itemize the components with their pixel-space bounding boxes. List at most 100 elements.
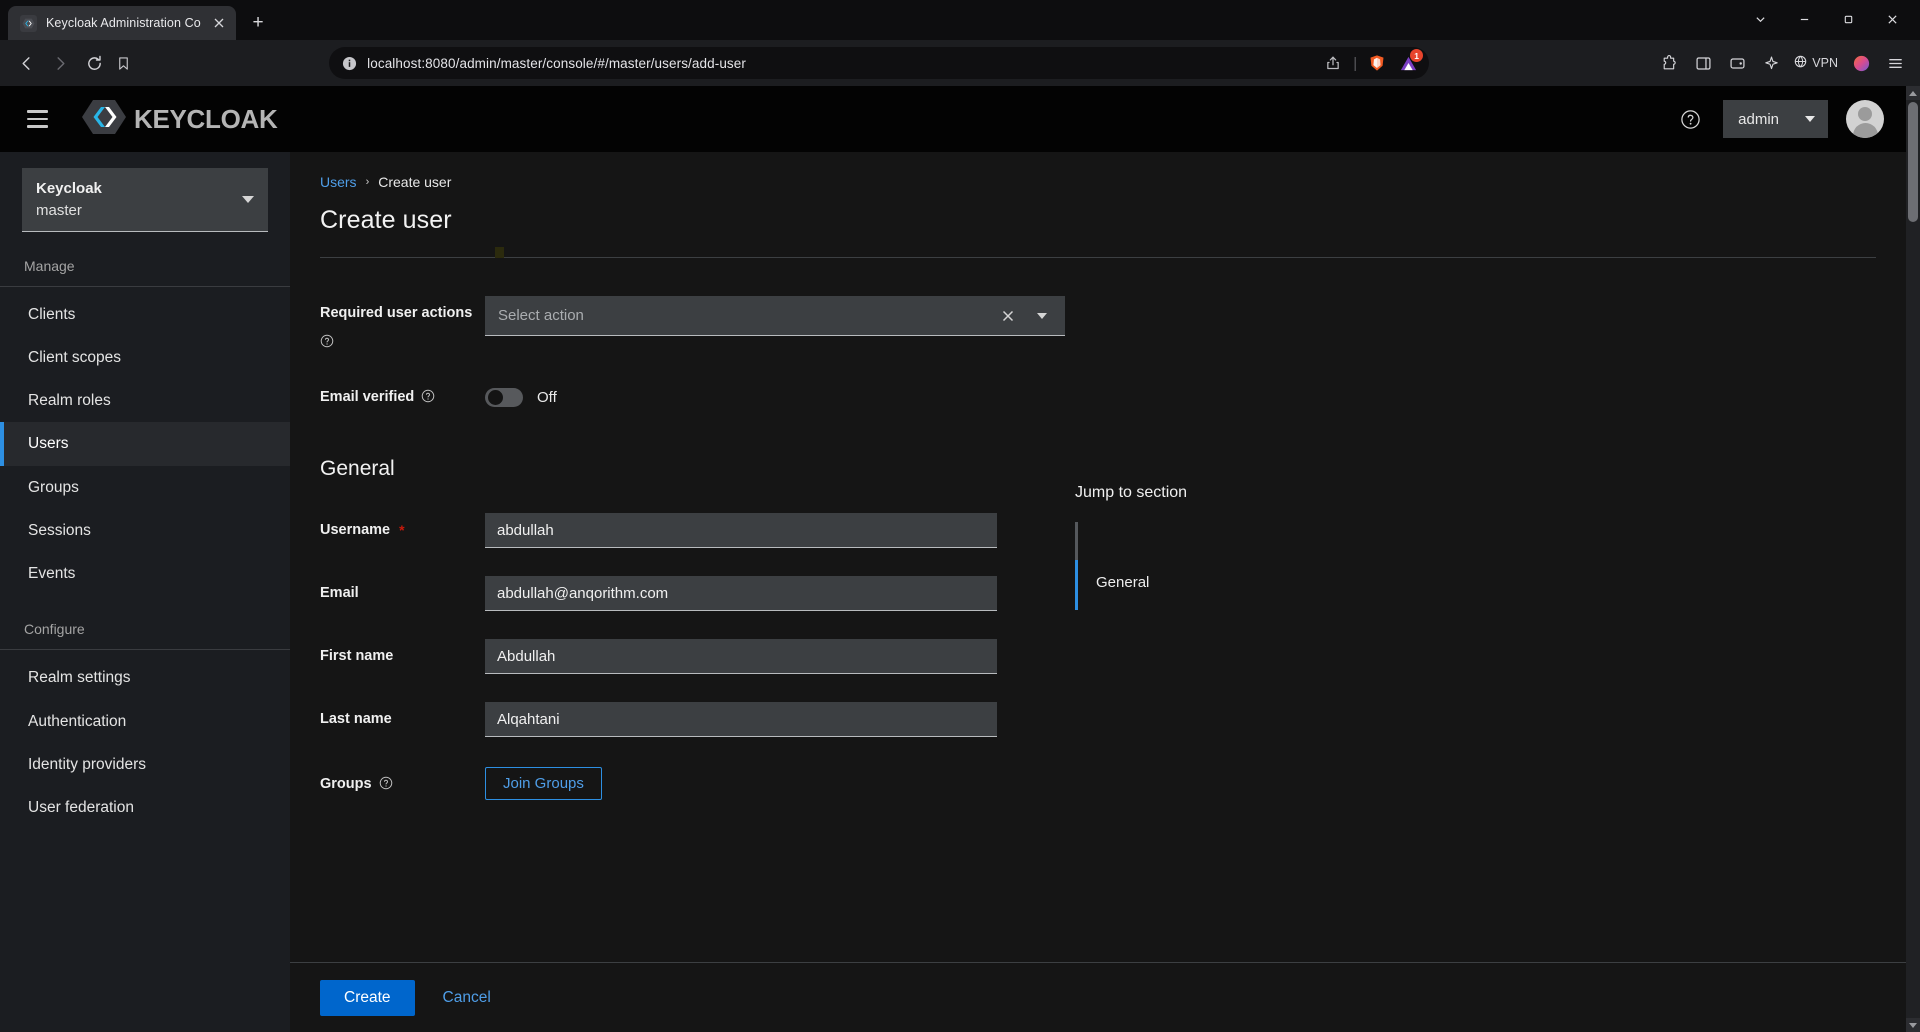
sidebar-item-events[interactable]: Events: [0, 552, 290, 595]
sidebar-item-clients[interactable]: Clients: [0, 293, 290, 336]
app-masthead: KEYCLOAK admin: [0, 86, 1906, 152]
jump-to-section-tabs: General: [1075, 522, 1876, 610]
vpn-button[interactable]: VPN: [1790, 55, 1842, 71]
help-circle-icon[interactable]: [1673, 102, 1707, 136]
breadcrumb-link-users[interactable]: Users: [320, 174, 357, 190]
minimize-icon[interactable]: [1782, 4, 1826, 34]
form-footer: Create Cancel: [290, 962, 1906, 1032]
field-last-name: Last name: [320, 702, 1065, 737]
sidebar-item-realm-roles[interactable]: Realm roles: [0, 379, 290, 422]
label-text: Username: [320, 522, 391, 538]
label-text: Email verified: [320, 389, 415, 405]
form-scroll-area: Required user actions Select action Emai…: [290, 258, 1906, 962]
cancel-button[interactable]: Cancel: [425, 980, 509, 1016]
page-scrollbar[interactable]: [1906, 86, 1920, 1032]
sidebar-item-sessions[interactable]: Sessions: [0, 509, 290, 552]
puzzle-icon[interactable]: [1654, 48, 1684, 78]
user-menu-label: admin: [1738, 110, 1779, 128]
maximize-icon[interactable]: [1826, 4, 1870, 34]
user-menu-button[interactable]: admin: [1723, 100, 1828, 138]
email-input[interactable]: [485, 576, 997, 611]
bookmark-icon[interactable]: [106, 47, 140, 79]
sidebar-item-identity-providers[interactable]: Identity providers: [0, 743, 290, 786]
first-name-input[interactable]: [485, 639, 997, 674]
sidebar-item-users[interactable]: Users: [0, 422, 290, 466]
field-email: Email: [320, 576, 1065, 611]
back-arrow-icon[interactable]: [10, 47, 42, 79]
help-circle-icon[interactable]: [421, 389, 436, 404]
jump-to-section-title: Jump to section: [1075, 484, 1188, 501]
user-avatar-icon[interactable]: [1846, 100, 1884, 138]
nav-group-label-manage: Manage: [0, 232, 290, 287]
brand-text: KEYCLOAK: [134, 103, 278, 134]
sidebar-item-realm-settings[interactable]: Realm settings: [0, 656, 290, 699]
tab-strip: Keycloak Administration Console +: [0, 0, 1920, 40]
caret-down-icon[interactable]: [1029, 303, 1055, 329]
realm-selector-heading: Keycloak: [36, 180, 102, 197]
sidebar-panel-icon[interactable]: [1688, 48, 1718, 78]
help-circle-icon[interactable]: [320, 334, 485, 349]
main-header: Users › Create user Create user: [290, 152, 1906, 258]
required-user-actions-select[interactable]: Select action: [485, 296, 1065, 336]
extension-badge-count: 1: [1410, 49, 1424, 62]
field-label-groups: Groups: [320, 767, 485, 792]
tab-close-icon[interactable]: [210, 14, 228, 32]
nav-toggle-icon[interactable]: [16, 98, 58, 140]
field-label-username: Username *: [320, 513, 485, 538]
profile-circle-icon[interactable]: [1846, 48, 1876, 78]
wallet-icon[interactable]: [1722, 48, 1752, 78]
field-username: Username *: [320, 513, 1065, 548]
email-verified-state: Off: [537, 389, 557, 406]
scroll-up-arrow[interactable]: [1906, 86, 1920, 100]
hamburger-menu-icon[interactable]: [1880, 48, 1910, 78]
scroll-down-arrow[interactable]: [1906, 1018, 1920, 1032]
section-title-general: General: [320, 457, 395, 480]
page-title: Create user: [320, 206, 452, 234]
field-email-verified: Email verified Off: [320, 385, 1065, 407]
help-circle-icon[interactable]: [379, 776, 394, 791]
jump-rail: [1075, 522, 1078, 610]
url-text: localhost:8080/admin/master/console/#/ma…: [367, 55, 746, 71]
sidebar-item-authentication[interactable]: Authentication: [0, 700, 290, 743]
share-icon[interactable]: [1322, 52, 1344, 74]
sidebar-item-client-scopes[interactable]: Client scopes: [0, 336, 290, 379]
jump-item-general[interactable]: General: [1096, 522, 1149, 591]
keycloak-logo-icon: [80, 97, 132, 142]
field-label-first-name: First name: [320, 639, 485, 664]
clear-x-icon[interactable]: [995, 303, 1021, 329]
address-bar[interactable]: localhost:8080/admin/master/console/#/ma…: [329, 47, 1430, 79]
sidebar-item-groups[interactable]: Groups: [0, 466, 290, 509]
keycloak-app: KEYCLOAK admin Keycloak master Manage Cl…: [0, 86, 1906, 1032]
field-label-required-user-actions: Required user actions: [320, 296, 485, 349]
last-name-input[interactable]: [485, 702, 997, 737]
browser-window: Keycloak Administration Console +: [0, 0, 1920, 1032]
breadcrumb-separator-icon: ›: [365, 176, 370, 188]
site-info-icon[interactable]: [341, 55, 357, 71]
field-groups: Groups Join Groups: [320, 767, 1065, 800]
email-verified-toggle[interactable]: [485, 388, 523, 407]
field-first-name: First name: [320, 639, 1065, 674]
realm-selector[interactable]: Keycloak master: [22, 168, 268, 232]
forward-arrow-icon[interactable]: [44, 47, 76, 79]
label-text: Groups: [320, 776, 372, 792]
label-text: Email: [320, 585, 359, 601]
window-controls: [1738, 4, 1914, 34]
extension-triangle-icon[interactable]: 1: [1397, 49, 1424, 74]
main-content: Users › Create user Create user Required…: [290, 152, 1906, 1032]
scrollbar-thumb[interactable]: [1908, 102, 1918, 222]
sidebar-item-user-federation[interactable]: User federation: [0, 786, 290, 829]
label-text: Last name: [320, 711, 392, 727]
field-required-user-actions: Required user actions Select action: [320, 296, 1065, 349]
window-close-icon[interactable]: [1870, 4, 1914, 34]
create-button[interactable]: Create: [320, 979, 415, 1016]
brave-shields-icon[interactable]: [1366, 52, 1388, 74]
leo-ai-icon[interactable]: [1756, 48, 1786, 78]
join-groups-button[interactable]: Join Groups: [485, 767, 602, 800]
chevron-down-icon[interactable]: [1738, 4, 1782, 34]
toolbar-right-actions: VPN: [1648, 48, 1910, 78]
browser-tab[interactable]: Keycloak Administration Console: [8, 6, 236, 40]
brand[interactable]: KEYCLOAK: [80, 97, 278, 142]
username-input[interactable]: [485, 513, 997, 548]
new-tab-button[interactable]: +: [243, 8, 273, 38]
nav-group-manage: Manage Clients Client scopes Realm roles…: [0, 232, 290, 596]
